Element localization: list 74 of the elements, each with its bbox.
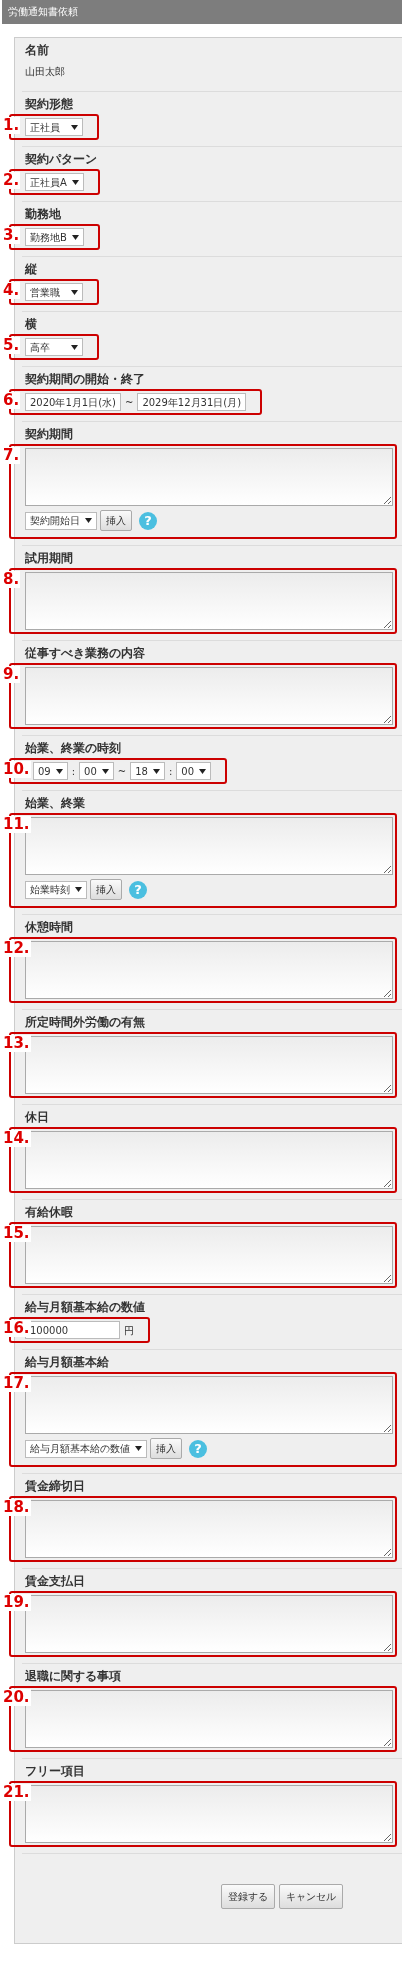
annotation-number: 4. bbox=[2, 282, 21, 299]
caret-icon bbox=[199, 768, 207, 774]
annotation-number: 6. bbox=[2, 392, 21, 409]
caret-icon bbox=[71, 344, 78, 350]
select-dropdown[interactable]: 始業時刻 bbox=[25, 880, 87, 899]
caret-icon bbox=[71, 234, 79, 240]
select-dropdown[interactable]: 00 bbox=[79, 762, 114, 780]
date-field[interactable]: 2020年1月1日(水) bbox=[25, 393, 121, 411]
field-label: 試用期間 bbox=[25, 551, 73, 565]
select-dropdown[interactable]: 正社員 bbox=[25, 118, 83, 136]
form-button[interactable]: 登録する bbox=[221, 1884, 275, 1909]
annotation-number: 1. bbox=[2, 117, 21, 134]
select-dropdown[interactable]: 高卒 bbox=[25, 338, 83, 356]
select-dropdown[interactable]: 09 bbox=[33, 762, 68, 780]
select-dropdown[interactable]: 18 bbox=[130, 762, 165, 780]
field-label: 賃金締切日 bbox=[25, 1479, 85, 1493]
annotation-number: 7. bbox=[2, 447, 21, 464]
caret-icon bbox=[75, 887, 82, 892]
text-area[interactable] bbox=[25, 448, 393, 506]
field-label: 勤務地 bbox=[25, 207, 61, 221]
annotation-number: 3. bbox=[2, 227, 21, 244]
field-label: フリー項目 bbox=[25, 1764, 85, 1778]
field-label: 有給休暇 bbox=[25, 1205, 73, 1219]
caret-icon bbox=[135, 1446, 142, 1451]
select-dropdown[interactable]: 契約開始日 bbox=[25, 511, 97, 530]
form-button[interactable]: キャンセル bbox=[279, 1884, 343, 1909]
annotation-number: 10. bbox=[2, 761, 31, 778]
unit-label: 円 bbox=[124, 1323, 134, 1338]
caret-icon bbox=[71, 289, 78, 295]
text-area[interactable] bbox=[25, 572, 393, 630]
field-label: 横 bbox=[25, 317, 37, 331]
date-field[interactable]: 2029年12月31日(月) bbox=[137, 393, 247, 411]
field-label: 始業、終業の時刻 bbox=[25, 741, 121, 755]
field-label: 賃金支払日 bbox=[25, 1574, 85, 1588]
field-label: 始業、終業 bbox=[25, 796, 85, 810]
range-separator: ~ bbox=[124, 395, 135, 410]
field-label: 給与月額基本給の数値 bbox=[25, 1300, 145, 1314]
field-label: 契約形態 bbox=[25, 97, 73, 111]
select-dropdown[interactable]: 勤務地B bbox=[25, 228, 84, 246]
insert-button[interactable]: 挿入 bbox=[90, 879, 122, 900]
text-area[interactable] bbox=[25, 667, 393, 725]
page-title: 労働通知書依頼 bbox=[2, 0, 402, 24]
field-label: 名前 bbox=[25, 43, 49, 57]
field-label: 給与月額基本給 bbox=[25, 1355, 109, 1369]
annotation-number: 16. bbox=[2, 1320, 31, 1337]
field-label: 休日 bbox=[25, 1110, 49, 1124]
caret-icon bbox=[55, 768, 63, 774]
field-label: 縦 bbox=[25, 262, 37, 276]
field-label: 退職に関する事項 bbox=[25, 1669, 121, 1683]
annotation-number: 2. bbox=[2, 172, 21, 189]
caret-icon bbox=[101, 768, 109, 774]
field-label: 契約パターン bbox=[25, 152, 97, 166]
field-value: 山田太郎 bbox=[25, 65, 65, 79]
insert-button[interactable]: 挿入 bbox=[100, 510, 132, 531]
select-dropdown[interactable]: 給与月額基本給の数値 bbox=[25, 1439, 147, 1458]
time-separator: : bbox=[70, 764, 77, 779]
caret-icon bbox=[85, 518, 92, 523]
annotation-number: 9. bbox=[2, 666, 21, 683]
select-dropdown[interactable]: 営業職 bbox=[25, 283, 83, 301]
field-label: 契約期間の開始・終了 bbox=[25, 372, 145, 386]
field-label: 契約期間 bbox=[25, 427, 73, 441]
annotation-number: 5. bbox=[2, 337, 21, 354]
field-label: 従事すべき業務の内容 bbox=[25, 646, 145, 660]
select-dropdown[interactable]: 正社員A bbox=[25, 173, 84, 191]
caret-icon bbox=[71, 179, 79, 185]
select-dropdown[interactable]: 00 bbox=[176, 762, 212, 780]
caret-icon bbox=[71, 124, 78, 130]
insert-button[interactable]: 挿入 bbox=[150, 1438, 182, 1459]
caret-icon bbox=[152, 768, 160, 774]
annotation-number: 8. bbox=[2, 571, 21, 588]
time-separator: : bbox=[167, 764, 174, 779]
time-separator: ~ bbox=[116, 764, 128, 779]
field-label: 休憩時間 bbox=[25, 920, 73, 934]
field-label: 所定時間外労働の有無 bbox=[25, 1015, 145, 1029]
